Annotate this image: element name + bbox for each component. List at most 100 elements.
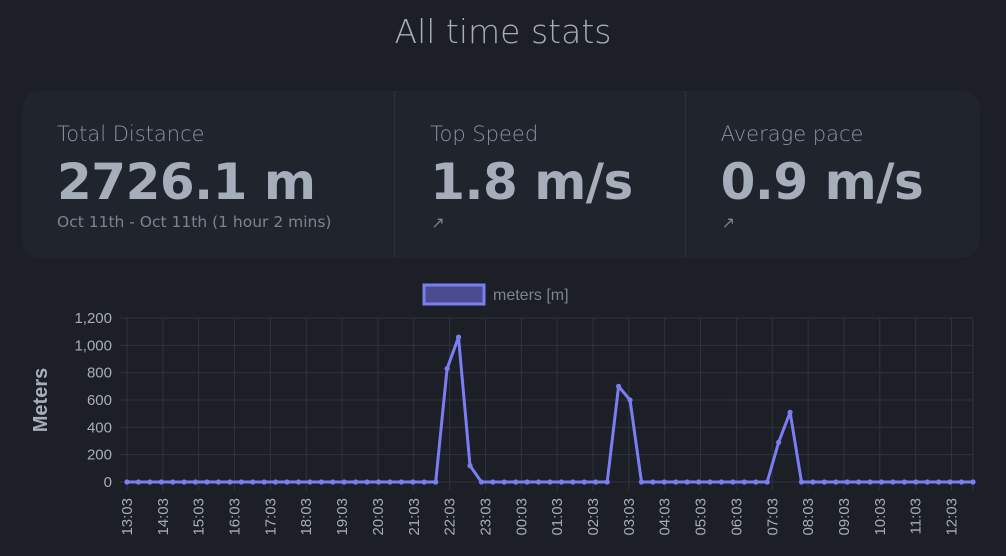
data-point — [787, 409, 793, 415]
y-tick-label: 600 — [87, 392, 112, 409]
data-point — [913, 479, 919, 485]
data-point — [490, 479, 496, 485]
data-point — [878, 479, 885, 485]
stat-title: Total Distance — [57, 122, 205, 146]
data-point — [970, 479, 976, 485]
x-tick-label: 22:03 — [442, 498, 459, 536]
data-point — [650, 479, 656, 485]
x-tick-label: 00:03 — [513, 498, 530, 536]
data-point — [890, 479, 896, 485]
data-point — [261, 479, 267, 485]
data-point — [227, 479, 233, 485]
x-tick-label: 07:03 — [764, 498, 781, 536]
x-tick-label: 23:03 — [477, 498, 494, 536]
x-tick-label: 02:03 — [585, 498, 602, 536]
data-point — [192, 479, 199, 485]
x-tick-label: 01:03 — [549, 498, 566, 536]
x-tick-label: 20:03 — [370, 498, 387, 536]
data-point — [753, 479, 759, 485]
x-tick-label: 06:03 — [728, 498, 745, 536]
data-point — [135, 479, 142, 485]
data-point — [158, 479, 164, 485]
data-point — [936, 479, 942, 485]
x-tick-label: 09:03 — [836, 498, 853, 536]
x-tick-label: 13:03 — [119, 498, 136, 536]
x-tick-label: 14:03 — [155, 498, 172, 536]
data-point — [147, 479, 153, 485]
x-tick-label: 18:03 — [298, 498, 315, 536]
x-tick-label: 21:03 — [406, 498, 423, 536]
data-point — [730, 479, 736, 485]
data-point — [307, 479, 313, 485]
y-tick-label: 1,000 — [74, 337, 112, 354]
y-tick-label: 800 — [87, 365, 112, 382]
data-point — [238, 479, 244, 485]
data-point — [856, 479, 862, 485]
data-point — [947, 479, 953, 485]
data-point — [696, 479, 702, 485]
y-tick-label: 400 — [87, 419, 112, 436]
distance-line-chart: 0 200 400 600 800 1,000 1,200 13:03 14:03 15:03 16… — [30, 283, 976, 536]
data-point — [318, 479, 324, 485]
stat-value: 1.8 m/s — [430, 153, 633, 211]
data-point — [433, 479, 439, 485]
legend-label: meters [m] — [493, 287, 569, 304]
y-axis-title: Meters — [30, 368, 52, 432]
data-point — [638, 479, 645, 485]
data-point — [124, 479, 130, 485]
data-point — [661, 479, 667, 485]
data-point — [833, 479, 839, 485]
x-tick-label: 19:03 — [334, 498, 351, 536]
stat-total-distance: Total Distance 2726.1 m Oct 11th - Oct 1… — [22, 91, 396, 258]
x-tick-label: 03:03 — [621, 498, 638, 536]
data-point — [170, 479, 176, 485]
data-point — [250, 479, 256, 485]
data-point — [364, 479, 370, 485]
data-point — [478, 479, 485, 485]
data-point — [181, 479, 187, 485]
data-point — [295, 479, 302, 485]
legend-swatch — [422, 283, 486, 306]
stat-title: Average pace — [720, 122, 864, 146]
data-point — [501, 479, 507, 485]
y-tick-label: 1,200 — [74, 310, 112, 327]
data-point — [330, 479, 336, 485]
data-point — [707, 479, 713, 485]
data-point — [924, 479, 930, 485]
data-point — [398, 479, 404, 485]
data-point — [867, 479, 873, 485]
data-point — [581, 479, 587, 485]
data-point — [215, 479, 222, 485]
x-tick-label: 16:03 — [227, 498, 244, 536]
data-point — [604, 479, 610, 485]
data-point — [204, 479, 210, 485]
x-tick-label: 15:03 — [191, 498, 208, 536]
data-point — [284, 479, 290, 485]
x-tick-label: 05:03 — [693, 498, 710, 536]
data-point — [776, 439, 782, 445]
data-point — [273, 479, 279, 485]
data-point — [718, 479, 725, 485]
data-point — [810, 479, 816, 485]
data-point — [410, 479, 416, 485]
data-point — [547, 479, 553, 485]
y-tick-label: 200 — [87, 447, 112, 464]
data-point — [593, 479, 599, 485]
data-point — [558, 479, 565, 485]
data-point — [387, 479, 393, 485]
stat-top-speed: Top Speed 1.8 m/s ↗ — [395, 91, 686, 258]
data-point — [958, 479, 965, 485]
data-point — [353, 479, 359, 485]
data-point — [627, 397, 633, 403]
trend-arrow-icon: ↗ — [431, 213, 445, 232]
trend-arrow-icon: ↗ — [721, 213, 736, 232]
data-point — [901, 479, 908, 485]
stat-description: Oct 11th - Oct 11th (1 hour 2 mins) — [57, 213, 332, 231]
data-point — [615, 383, 622, 389]
data-point — [821, 479, 827, 485]
stats-panel: Total Distance 2726.1 m Oct 11th - Oct 1… — [22, 91, 980, 258]
data-point — [375, 479, 382, 485]
x-tick-label: 04:03 — [657, 498, 674, 536]
data-point — [421, 479, 427, 485]
series-line — [127, 335, 973, 484]
